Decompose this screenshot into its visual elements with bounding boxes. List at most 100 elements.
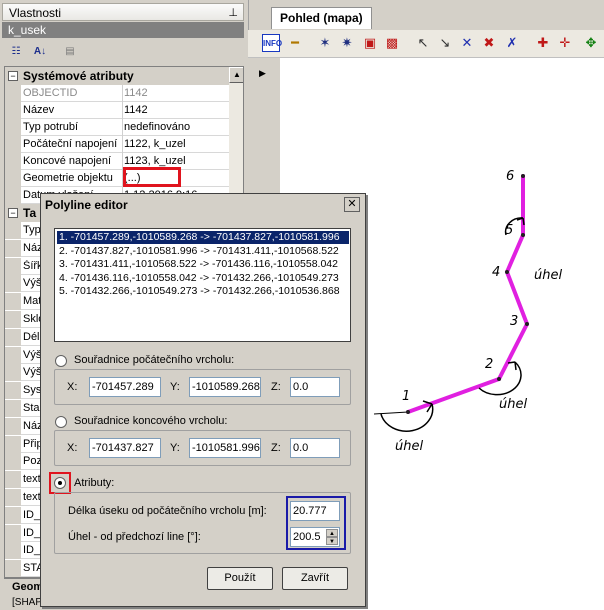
select-area-icon[interactable]: ↘ xyxy=(436,34,454,52)
row-gutter xyxy=(5,153,21,170)
arrow-head-icon xyxy=(507,361,517,371)
select-network-icon[interactable]: ✷ xyxy=(338,34,356,52)
polyline-segment[interactable] xyxy=(505,233,525,274)
vertex-label: 4 xyxy=(492,265,500,280)
end-y-field[interactable]: -1010581.996 xyxy=(189,438,261,458)
add-vertex-icon[interactable]: ✛ xyxy=(556,34,574,52)
select-icon[interactable]: ↖ xyxy=(414,34,432,52)
row-gutter xyxy=(5,239,21,257)
geometry-subtitle: [SHAP xyxy=(12,597,43,608)
attributes-radio[interactable] xyxy=(54,477,66,489)
row-gutter xyxy=(5,542,21,560)
angle-arc xyxy=(380,403,434,432)
y-label: Y: xyxy=(170,381,180,393)
category-label: Ta xyxy=(23,206,37,220)
row-gutter xyxy=(5,435,21,453)
categorized-icon[interactable]: ☷ xyxy=(6,43,26,61)
angle-label: úhel xyxy=(395,439,423,454)
expand-arrow-icon[interactable]: ▶ xyxy=(259,68,266,79)
vertex-label: 3 xyxy=(510,314,518,329)
end-x-field[interactable]: -701437.827 xyxy=(89,438,161,458)
column-divider xyxy=(122,136,123,153)
move-icon[interactable]: ✚ xyxy=(534,34,552,52)
row-gutter xyxy=(5,364,21,382)
edit-line-icon[interactable]: ✕ xyxy=(458,34,476,52)
row-gutter xyxy=(5,560,21,577)
start-x-field[interactable]: -701457.289 xyxy=(89,377,161,397)
row-gutter xyxy=(5,119,21,136)
row-gutter xyxy=(5,471,21,489)
row-gutter xyxy=(5,222,21,239)
angle-field-label: Úhel - od předchozí line [°]: xyxy=(68,531,201,543)
segment-item[interactable]: 3. -701431.411,-1010568.522 -> -701436.1… xyxy=(57,258,349,271)
zoom-box-icon[interactable]: ▣ xyxy=(361,34,379,52)
vertex-marker[interactable] xyxy=(505,270,509,274)
row-gutter xyxy=(5,187,21,204)
dialog-title-bar[interactable]: Polyline editor ✕ xyxy=(41,194,365,216)
scroll-up-arrow-icon[interactable]: ▲ xyxy=(229,67,243,83)
vertex-marker[interactable] xyxy=(497,377,501,381)
vertex-marker[interactable] xyxy=(525,322,529,326)
row-gutter xyxy=(5,136,21,153)
property-pages-icon[interactable]: ▤ xyxy=(60,43,80,61)
split-line-icon[interactable]: ✗ xyxy=(503,34,521,52)
object-name: k_usek xyxy=(2,22,244,38)
start-vertex-radio[interactable] xyxy=(55,355,67,367)
highlight-geometry xyxy=(123,167,181,187)
polyline-segment[interactable] xyxy=(497,322,529,381)
vertex-label: 1 xyxy=(402,389,410,404)
snap-icon[interactable]: ✥ xyxy=(582,34,600,52)
delete-vertex-icon[interactable]: ✖ xyxy=(480,34,498,52)
measure-icon[interactable]: ━ xyxy=(286,34,304,52)
info-icon[interactable]: INFO xyxy=(262,34,282,52)
property-row[interactable]: Koncové napojení 1123, k_uzel xyxy=(5,153,229,170)
row-gutter xyxy=(5,489,21,506)
end-vertex-radio[interactable] xyxy=(55,416,67,428)
attributes-label: Atributy: xyxy=(74,477,115,489)
segment-item[interactable]: 5. -701432.266,-1010549.273 -> -701432.2… xyxy=(57,285,349,298)
pin-icon[interactable]: ⊥ xyxy=(228,6,238,19)
row-gutter xyxy=(5,102,21,119)
close-button[interactable]: Zavřít xyxy=(282,567,348,590)
property-label: Koncové napojení xyxy=(23,155,112,167)
segment-item[interactable]: 1. -701457.289,-1010589.268 -> -701437.8… xyxy=(57,231,349,244)
tab-map-view[interactable]: Pohled (mapa) xyxy=(271,7,372,29)
start-z-field[interactable]: 0.0 xyxy=(290,377,340,397)
document-tabs: Pohled (mapa) xyxy=(248,0,604,30)
row-gutter xyxy=(5,275,21,293)
close-icon[interactable]: ✕ xyxy=(344,197,360,212)
row-gutter xyxy=(5,328,21,346)
segment-item[interactable]: 4. -701436.116,-1010558.042 -> -701432.2… xyxy=(57,272,349,285)
property-row[interactable]: Počáteční napojení 1122, k_uzel xyxy=(5,136,229,153)
vertex-marker[interactable] xyxy=(406,410,410,414)
property-row[interactable]: Geometrie objektu (...) xyxy=(5,170,229,187)
collapse-icon[interactable]: − xyxy=(8,208,18,218)
vertex-label: 6 xyxy=(506,169,514,184)
collapse-icon[interactable]: − xyxy=(8,71,18,81)
alphabetical-sort-icon[interactable]: A↓ xyxy=(30,43,50,61)
select-nodes-icon[interactable]: ✶ xyxy=(316,34,334,52)
segment-list[interactable]: 1. -701457.289,-1010589.268 -> -701437.8… xyxy=(54,228,351,342)
apply-button[interactable]: Použít xyxy=(207,567,273,590)
row-gutter xyxy=(5,382,21,400)
end-z-field[interactable]: 0.0 xyxy=(290,438,340,458)
vertex-marker[interactable] xyxy=(521,174,525,178)
geometry-title: Geom xyxy=(12,581,44,593)
properties-title-bar: Vlastnosti ⊥ xyxy=(2,3,244,21)
polyline-segment[interactable] xyxy=(406,377,501,414)
angle-label: úhel xyxy=(499,397,527,412)
zoom-extent-icon[interactable]: ▩ xyxy=(383,34,401,52)
row-gutter xyxy=(5,311,21,328)
start-y-field[interactable]: -1010589.268 xyxy=(189,377,261,397)
property-value: nedefinováno xyxy=(124,121,191,133)
vertex-marker[interactable] xyxy=(521,233,525,237)
property-row[interactable]: OBJECTID 1142 xyxy=(5,85,229,102)
row-gutter xyxy=(5,170,21,187)
row-gutter xyxy=(5,85,21,102)
category-system[interactable]: − Systémové atributy xyxy=(5,67,229,85)
property-label: OBJECTID xyxy=(23,87,78,99)
category-label: Systémové atributy xyxy=(23,69,134,83)
segment-item[interactable]: 2. -701437.827,-1010581.996 -> -701431.4… xyxy=(57,245,349,258)
property-row[interactable]: Název 1142 xyxy=(5,102,229,119)
property-row[interactable]: Typ potrubí nedefinováno xyxy=(5,119,229,136)
